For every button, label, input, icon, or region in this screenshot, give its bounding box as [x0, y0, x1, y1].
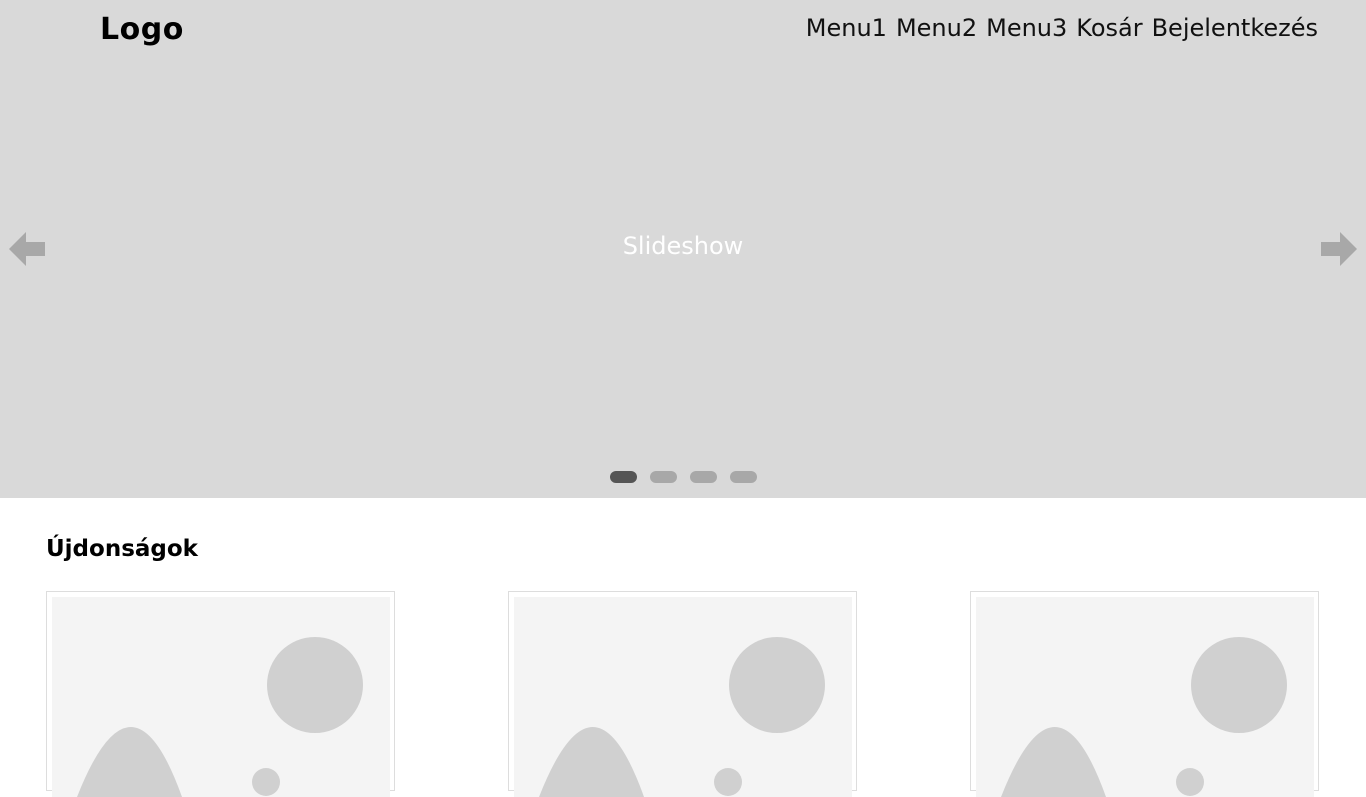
- nav-item-menu3[interactable]: Menu3: [986, 14, 1067, 42]
- logo[interactable]: Logo: [100, 12, 184, 47]
- product-card-2[interactable]: [508, 591, 857, 797]
- image-placeholder-icon: [52, 597, 390, 797]
- slideshow-next-arrow-icon[interactable]: [1320, 230, 1358, 268]
- product-card-3[interactable]: [970, 591, 1319, 797]
- section-title: Újdonságok: [46, 536, 198, 562]
- slideshow-label: Slideshow: [622, 232, 744, 260]
- slideshow-dot-3[interactable]: [690, 471, 717, 483]
- nav-item-cart[interactable]: Kosár: [1076, 14, 1142, 42]
- slideshow-dot-4[interactable]: [730, 471, 757, 483]
- hero-slideshow: Logo Menu1 Menu2 Menu3 Kosár Bejelentkez…: [0, 0, 1366, 498]
- main-nav: Menu1 Menu2 Menu3 Kosár Bejelentkezés: [806, 14, 1318, 42]
- nav-item-menu1[interactable]: Menu1: [806, 14, 887, 42]
- slideshow-pagination: [610, 471, 757, 483]
- nav-item-menu2[interactable]: Menu2: [896, 14, 977, 42]
- slideshow-dot-2[interactable]: [650, 471, 677, 483]
- image-placeholder-icon: [976, 597, 1314, 797]
- nav-item-login[interactable]: Bejelentkezés: [1152, 14, 1318, 42]
- product-card-1[interactable]: [46, 591, 395, 797]
- image-placeholder-icon: [514, 597, 852, 797]
- slideshow-dot-1[interactable]: [610, 471, 637, 483]
